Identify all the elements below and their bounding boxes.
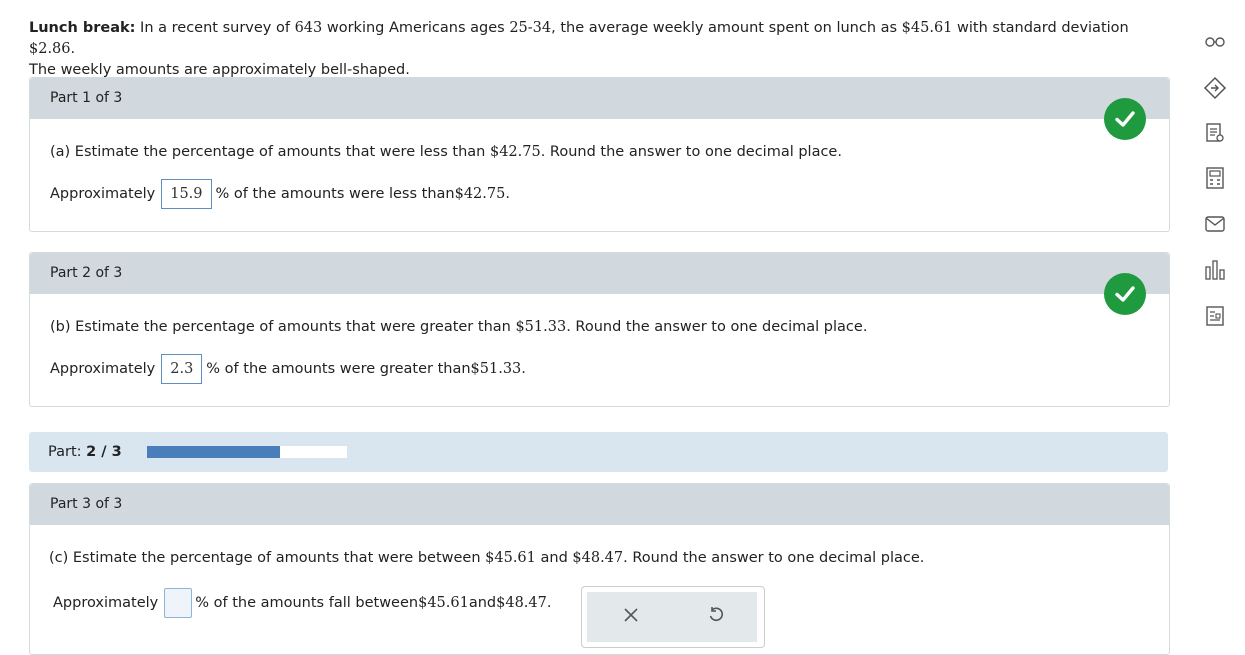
answer-suffix: . <box>521 361 526 377</box>
progress-bar: Part: 2 / 3 <box>29 432 1168 472</box>
answer-value: $48.47 <box>496 595 547 611</box>
sample-size: 643 <box>294 20 323 36</box>
glasses-icon[interactable] <box>1196 22 1234 60</box>
answer-suffix: % of the amounts were greater than <box>206 361 471 377</box>
answer-value: $51.33 <box>470 361 522 377</box>
problem-line2: The weekly amounts are approximately bel… <box>29 62 410 78</box>
age-range: 25-34 <box>509 20 552 36</box>
progress-current: 2 / 3 <box>86 444 122 460</box>
answer-suffix: . <box>546 595 552 611</box>
problem-title: Lunch break: <box>29 20 136 36</box>
answer-prefix: Approximately <box>53 595 159 611</box>
answer-value: $42.75 <box>454 186 506 202</box>
part-3-header: Part 3 of 3 <box>30 484 1169 525</box>
answer-suffix: . <box>505 186 510 202</box>
part-2-question: (b) Estimate the percentage of amounts t… <box>50 319 867 335</box>
table-icon[interactable] <box>1196 297 1234 335</box>
part-2-header: Part 2 of 3 <box>30 253 1169 294</box>
part-3-answer-line: Approximately % of the amounts fall betw… <box>53 588 551 618</box>
part-2-correct-check-icon <box>1104 273 1146 315</box>
problem-text: . <box>70 41 76 57</box>
answer-suffix: % of the amounts fall between <box>195 595 419 611</box>
progress-label-text: Part: <box>48 444 87 460</box>
part-1-card: Part 1 of 3 (a) Estimate the percentage … <box>29 77 1170 232</box>
question-value: $42.75 <box>489 144 541 160</box>
undo-icon[interactable] <box>701 600 731 630</box>
question-text: . Round the answer to one decimal place. <box>540 144 842 160</box>
question-text: and <box>535 550 573 566</box>
part-1-correct-check-icon <box>1104 98 1146 140</box>
answer-suffix: % of the amounts were less than <box>215 186 455 202</box>
progress-fill <box>147 446 281 458</box>
part-3-question: (c) Estimate the percentage of amounts t… <box>49 550 924 566</box>
answer-prefix: Approximately <box>50 186 156 202</box>
answer-prefix: Approximately <box>50 361 156 377</box>
part-1-header: Part 1 of 3 <box>30 78 1169 119</box>
notes-icon[interactable] <box>1196 114 1234 152</box>
problem-text: In a recent survey of <box>135 20 295 36</box>
part-1-question: (a) Estimate the percentage of amounts t… <box>50 144 842 160</box>
question-value: $51.33 <box>515 319 567 335</box>
problem-text: with standard deviation <box>952 20 1129 36</box>
problem-text: working Americans ages <box>322 20 510 36</box>
question-text: . Round the answer to one decimal place. <box>566 319 868 335</box>
part-2-answer-input[interactable]: 2.3 <box>161 354 203 384</box>
progress-label: Part: 2 / 3 <box>48 432 122 472</box>
answer-suffix: and <box>468 595 497 611</box>
problem-statement: Lunch break: In a recent survey of 643 w… <box>29 18 1159 81</box>
close-icon[interactable] <box>616 600 646 630</box>
progress-track <box>147 446 347 458</box>
part-2-answer-line: Approximately 2.3 % of the amounts were … <box>50 354 526 384</box>
question-value: $48.47 <box>572 550 624 566</box>
part-2-card: Part 2 of 3 (b) Estimate the percentage … <box>29 252 1170 407</box>
tool-panel-inner <box>587 592 757 642</box>
problem-text: , the average weekly amount spent on lun… <box>551 20 902 36</box>
sd-value: $2.86 <box>29 41 71 57</box>
answer-value: $45.61 <box>418 595 469 611</box>
question-text: (b) Estimate the percentage of amounts t… <box>50 319 516 335</box>
calculator-icon[interactable] <box>1196 159 1234 197</box>
answer-tool-panel <box>581 586 765 648</box>
mail-icon[interactable] <box>1196 205 1234 243</box>
question-text: . Round the answer to one decimal place. <box>623 550 925 566</box>
tag-icon[interactable] <box>1196 69 1234 107</box>
question-text: (c) Estimate the percentage of amounts t… <box>49 550 486 566</box>
part-1-answer-line: Approximately 15.9 % of the amounts were… <box>50 179 510 209</box>
chart-icon[interactable] <box>1196 251 1234 289</box>
part-1-answer-input[interactable]: 15.9 <box>161 179 212 209</box>
question-text: (a) Estimate the percentage of amounts t… <box>50 144 490 160</box>
mean-value: $45.61 <box>901 20 953 36</box>
part-3-answer-input[interactable] <box>164 588 193 618</box>
question-value: $45.61 <box>485 550 536 566</box>
